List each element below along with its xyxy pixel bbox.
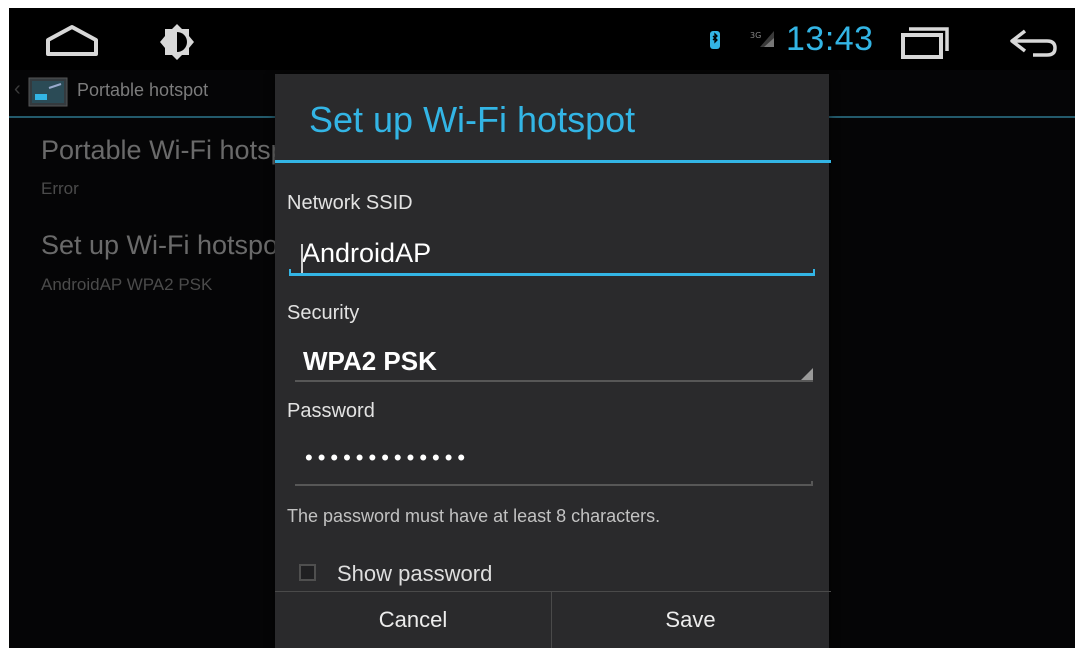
password-input-underline bbox=[295, 481, 813, 486]
password-input[interactable]: ••••••••••••• bbox=[305, 445, 470, 471]
pref-summary: AndroidAP WPA2 PSK bbox=[41, 275, 213, 294]
action-bar-title: Portable hotspot bbox=[77, 80, 209, 100]
status-bar: 3G 13:43 bbox=[9, 8, 1075, 70]
back-icon[interactable] bbox=[1007, 26, 1059, 60]
dialog-title-divider bbox=[275, 160, 831, 163]
security-spinner-underline bbox=[295, 380, 813, 382]
bluetooth-icon bbox=[710, 31, 720, 49]
security-selected-value: WPA2 PSK bbox=[303, 346, 437, 376]
signal-icon: 3G bbox=[750, 31, 774, 47]
text-cursor bbox=[301, 244, 303, 276]
ssid-input[interactable]: AndroidAP bbox=[302, 238, 431, 269]
recent-apps-icon[interactable] bbox=[899, 26, 951, 60]
svg-text:3G: 3G bbox=[750, 31, 761, 40]
show-password-label: Show password bbox=[337, 561, 493, 586]
spinner-arrow-icon bbox=[801, 368, 813, 380]
settings-app-icon[interactable] bbox=[27, 76, 69, 108]
pref-summary: Error bbox=[41, 179, 79, 198]
pref-title: Set up Wi-Fi hotspot bbox=[41, 230, 286, 260]
ssid-input-underline bbox=[289, 269, 815, 276]
up-chevron-icon[interactable]: ‹ bbox=[14, 78, 21, 101]
password-hint: The password must have at least 8 charac… bbox=[287, 506, 661, 526]
brightness-icon[interactable] bbox=[157, 22, 197, 62]
home-icon[interactable] bbox=[45, 24, 99, 58]
cancel-button[interactable]: Cancel bbox=[275, 592, 551, 648]
security-label: Security bbox=[287, 302, 360, 324]
ssid-label: Network SSID bbox=[287, 192, 413, 214]
show-password-checkbox[interactable] bbox=[299, 564, 316, 581]
save-button[interactable]: Save bbox=[552, 592, 829, 648]
android-screen: 3G 13:43 ‹ Portable hotspot Portable Wi-… bbox=[9, 8, 1075, 648]
status-clock: 13:43 bbox=[786, 20, 874, 58]
pref-title: Portable Wi-Fi hotspot bbox=[41, 135, 309, 165]
password-label: Password bbox=[287, 400, 375, 422]
setup-hotspot-dialog: Set up Wi-Fi hotspot Network SSID Androi… bbox=[275, 74, 831, 648]
dialog-title: Set up Wi-Fi hotspot bbox=[309, 99, 636, 140]
